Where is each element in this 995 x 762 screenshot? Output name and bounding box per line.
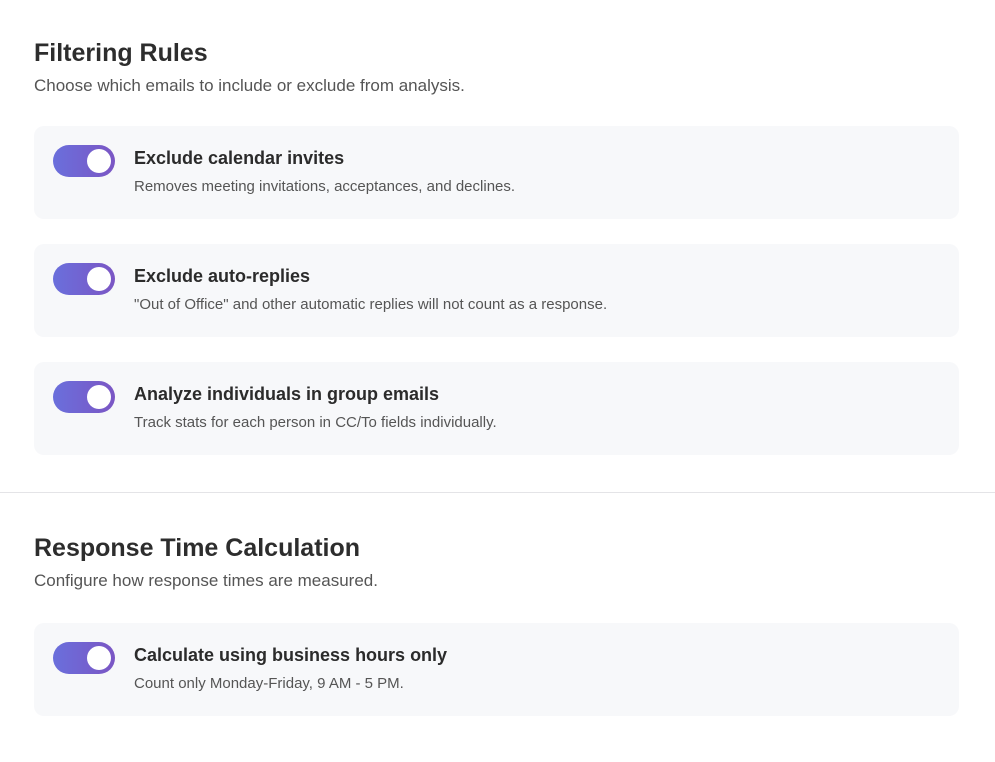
rule-text: Calculate using business hours only Coun…	[134, 642, 447, 694]
rule-text: Analyze individuals in group emails Trac…	[134, 381, 497, 433]
response-time-title: Response Time Calculation	[34, 534, 361, 562]
toggle-analyze-group-emails[interactable]	[53, 381, 115, 413]
toggle-business-hours-only[interactable]	[53, 642, 115, 674]
rule-card-calendar-invites: Exclude calendar invites Removes meeting…	[34, 126, 959, 219]
rule-title: Exclude auto-replies	[134, 266, 311, 286]
rule-description: "Out of Office" and other automatic repl…	[134, 296, 608, 313]
toggle-knob	[87, 267, 111, 291]
toggle-exclude-calendar-invites[interactable]	[53, 145, 115, 177]
filtering-rules-list: Exclude calendar invites Removes meeting…	[34, 126, 959, 455]
rule-card-group-emails: Analyze individuals in group emails Trac…	[34, 362, 959, 455]
rule-card-business-hours: Calculate using business hours only Coun…	[34, 623, 959, 716]
response-time-section: Response Time Calculation Configure how …	[0, 493, 995, 716]
filtering-rules-section: Filtering Rules Choose which emails to i…	[0, 0, 995, 455]
rule-text: Exclude calendar invites Removes meeting…	[134, 145, 515, 197]
response-time-rules-list: Calculate using business hours only Coun…	[34, 623, 959, 716]
rule-description: Removes meeting invitations, acceptances…	[134, 178, 516, 195]
rule-description: Count only Monday-Friday, 9 AM - 5 PM.	[134, 675, 404, 692]
rule-title: Analyze individuals in group emails	[134, 384, 440, 404]
response-time-description: Configure how response times are measure…	[34, 571, 378, 590]
rule-title: Calculate using business hours only	[134, 645, 448, 665]
toggle-exclude-auto-replies[interactable]	[53, 263, 115, 295]
rule-title: Exclude calendar invites	[134, 148, 345, 168]
toggle-knob	[87, 646, 111, 670]
rule-card-auto-replies: Exclude auto-replies "Out of Office" and…	[34, 244, 959, 337]
toggle-knob	[87, 149, 111, 173]
filtering-rules-title: Filtering Rules	[34, 39, 208, 67]
rule-text: Exclude auto-replies "Out of Office" and…	[134, 263, 607, 315]
toggle-knob	[87, 385, 111, 409]
rule-description: Track stats for each person in CC/To fie…	[134, 414, 497, 431]
filtering-rules-description: Choose which emails to include or exclud…	[34, 76, 465, 95]
